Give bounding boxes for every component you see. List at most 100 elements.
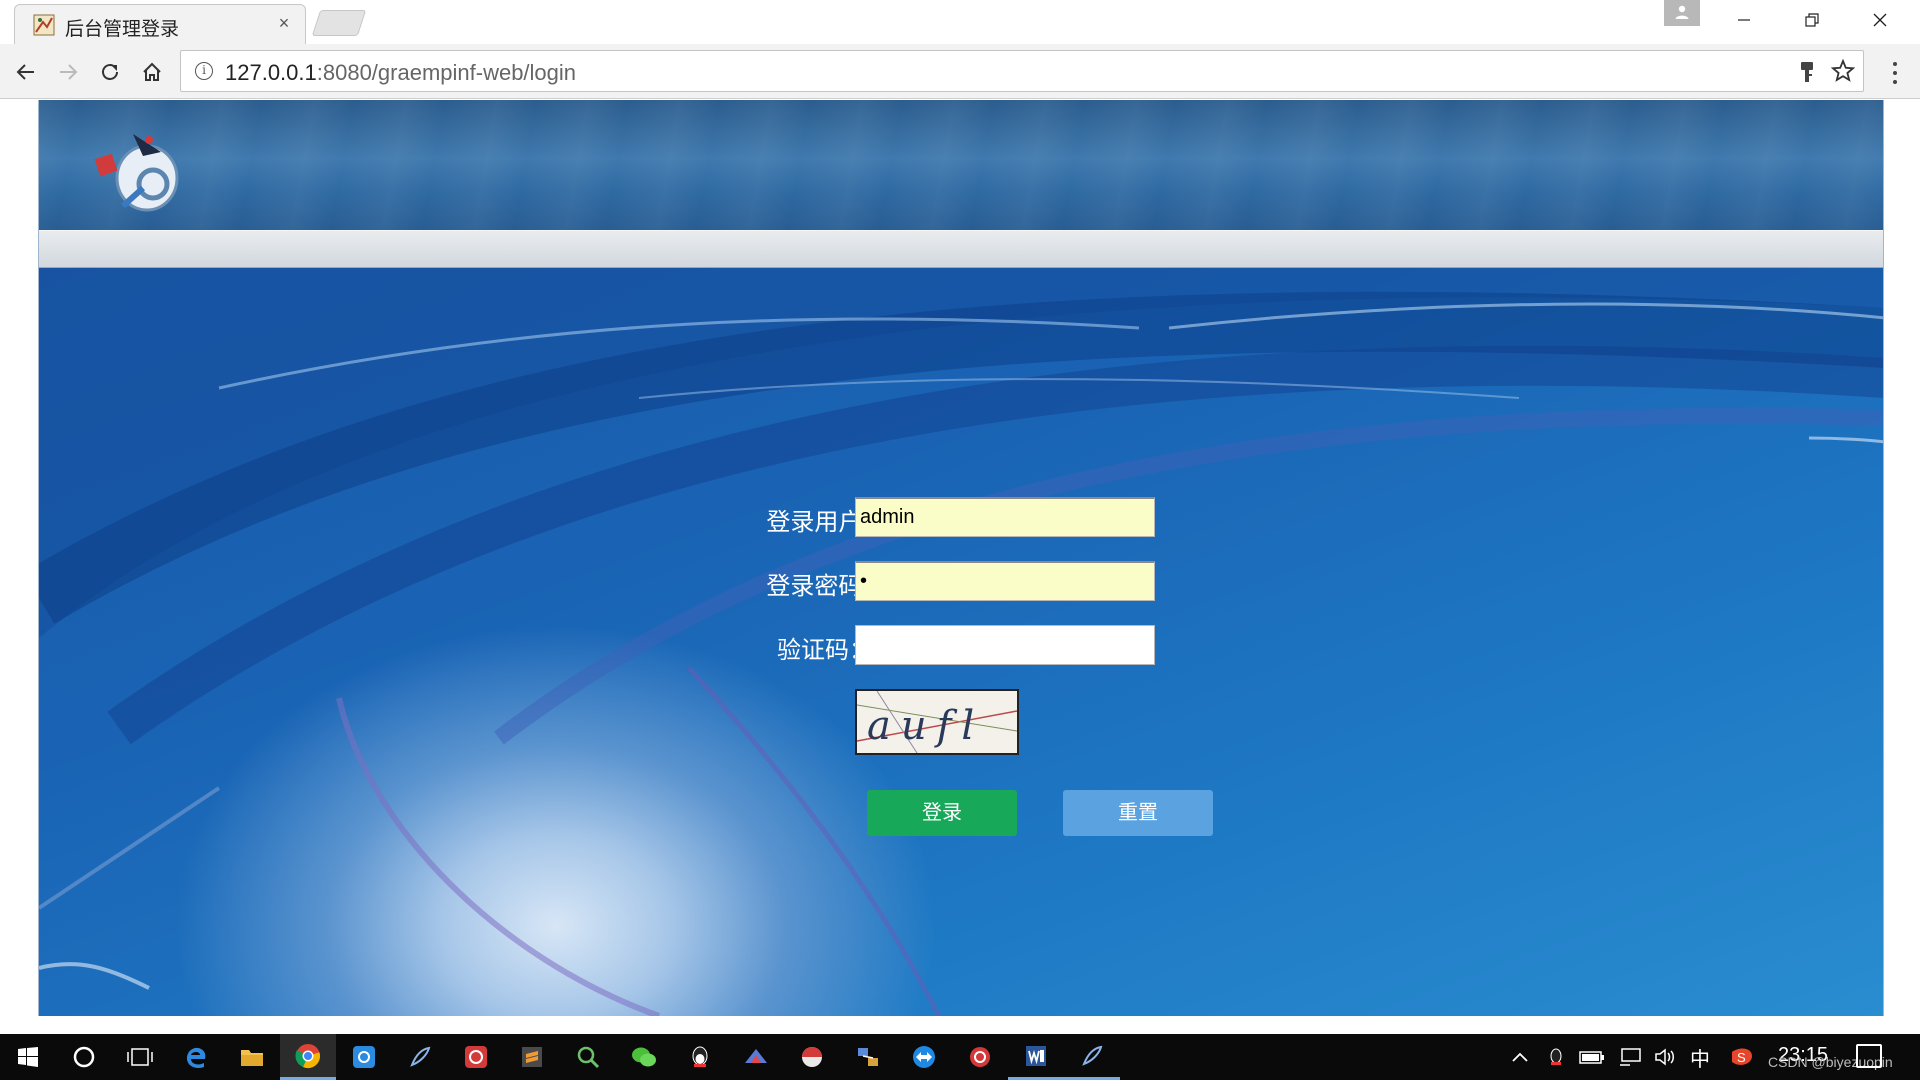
taskbar-wechat[interactable] — [616, 1034, 672, 1080]
windows-logo-icon — [18, 1047, 38, 1067]
penguin-icon — [1550, 1048, 1562, 1065]
start-button[interactable] — [0, 1034, 56, 1080]
username-label: 登录用户: — [766, 509, 869, 536]
globe-app-icon — [802, 1047, 822, 1067]
music-app-icon — [465, 1046, 487, 1068]
tab-close-icon[interactable]: × — [273, 12, 295, 34]
site-logo-icon — [94, 134, 179, 212]
reset-button[interactable]: 重置 — [1063, 790, 1213, 836]
taskbar-app-bird[interactable] — [728, 1034, 784, 1080]
arrow-left-icon — [16, 64, 34, 80]
tray-ime-indicator[interactable]: 中 — [1684, 1034, 1716, 1080]
tray-overflow-button[interactable] — [1504, 1034, 1536, 1080]
taskbar-file-explorer[interactable] — [224, 1034, 280, 1080]
tab-title: 后台管理登录 — [65, 19, 180, 40]
chrome-icon — [295, 1043, 321, 1068]
username-input[interactable] — [855, 497, 1155, 537]
battery-icon — [1579, 1051, 1604, 1064]
folder-icon — [241, 1050, 263, 1066]
close-icon — [1873, 13, 1887, 27]
taskbar-qq[interactable] — [672, 1034, 728, 1080]
restore-icon — [1805, 13, 1819, 27]
address-bar[interactable]: i 127.0.0.1:8080/graempinf-web/login — [180, 50, 1864, 92]
profile-button[interactable] — [1664, 0, 1700, 26]
remote-arrows-icon — [913, 1046, 935, 1068]
header-sub-bar — [39, 230, 1883, 268]
taskbar-app-red[interactable] — [952, 1034, 1008, 1080]
tab-strip: 后台管理登录 × — [0, 0, 1920, 44]
back-button[interactable] — [10, 56, 42, 88]
browser-menu-icon[interactable] — [1880, 58, 1910, 88]
minimize-icon — [1738, 19, 1750, 21]
svg-text:S: S — [1737, 1050, 1746, 1065]
tray-battery[interactable] — [1574, 1034, 1610, 1080]
home-button[interactable] — [136, 56, 168, 88]
penguin-icon — [692, 1046, 708, 1067]
tray-qq[interactable] — [1540, 1034, 1572, 1080]
network-icon — [1620, 1048, 1641, 1066]
tray-network[interactable] — [1612, 1034, 1648, 1080]
feather-ide-icon — [1082, 1045, 1103, 1066]
windows-taskbar: 中 S 23:15 CSDN @biyezuopin — [0, 1034, 1920, 1080]
taskbar-eclipse-2[interactable] — [1064, 1034, 1120, 1080]
taskbar-teamviewer[interactable] — [896, 1034, 952, 1080]
network-app-icon — [858, 1048, 878, 1066]
red-circle-app-icon — [970, 1047, 990, 1067]
tray-sogou[interactable]: S — [1726, 1034, 1758, 1080]
browser-chrome: 后台管理登录 × i 127.0.0.1:8080/graempinf-web/… — [0, 0, 1920, 99]
login-button[interactable]: 登录 — [867, 790, 1017, 836]
captcha-image[interactable]: aufl — [855, 689, 1019, 755]
word-icon — [1026, 1045, 1046, 1066]
taskbar-netease-music[interactable] — [448, 1034, 504, 1080]
reload-icon — [102, 64, 118, 80]
key-icon[interactable] — [1797, 60, 1817, 84]
browser-tab[interactable]: 后台管理登录 × — [14, 4, 306, 44]
task-view-icon — [127, 1048, 153, 1066]
login-page: 登录用户: 登录密码: 验证码： aufl 登录 重置 — [38, 100, 1884, 1016]
tray-volume[interactable] — [1648, 1034, 1684, 1080]
password-input[interactable] — [855, 561, 1155, 601]
site-info-icon[interactable]: i — [195, 62, 213, 80]
action-center-icon[interactable] — [1856, 1044, 1882, 1068]
browser-toolbar: i 127.0.0.1:8080/graempinf-web/login — [0, 44, 1920, 99]
taskbar-app-blue-square[interactable] — [336, 1034, 392, 1080]
url-text[interactable]: 127.0.0.1:8080/graempinf-web/login — [225, 60, 576, 86]
person-icon — [1675, 5, 1689, 19]
home-icon — [143, 62, 161, 81]
captcha-input[interactable] — [855, 625, 1155, 665]
taskbar-app-globe[interactable] — [784, 1034, 840, 1080]
bookmark-star-icon[interactable] — [1831, 59, 1855, 83]
edge-browser-icon — [186, 1047, 206, 1068]
sogou-ime-icon: S — [1732, 1048, 1752, 1065]
magnifier-app-icon — [577, 1046, 600, 1069]
feather-ide-icon — [410, 1046, 431, 1067]
page-viewport: 登录用户: 登录密码: 验证码： aufl 登录 重置 — [0, 100, 1920, 1034]
taskbar-search-app[interactable] — [560, 1034, 616, 1080]
task-view-button[interactable] — [112, 1034, 168, 1080]
window-minimize-button[interactable] — [1710, 0, 1778, 40]
taskbar-sublime[interactable] — [504, 1034, 560, 1080]
reload-button[interactable] — [94, 56, 126, 88]
bird-app-icon — [745, 1049, 767, 1063]
window-restore-button[interactable] — [1778, 0, 1846, 40]
speaker-icon — [1655, 1048, 1674, 1066]
forward-button[interactable] — [52, 56, 84, 88]
cortana-search-button[interactable] — [56, 1034, 112, 1080]
chat-bubble-icon — [632, 1047, 656, 1067]
chevron-up-icon — [1512, 1052, 1528, 1062]
new-tab-button[interactable] — [311, 10, 367, 36]
window-close-button[interactable] — [1846, 0, 1914, 40]
circle-search-icon — [73, 1046, 95, 1068]
taskbar-edge[interactable] — [168, 1034, 224, 1080]
password-label: 登录密码: — [766, 573, 869, 600]
site-favicon-icon — [33, 14, 55, 36]
editor-app-icon — [522, 1047, 542, 1067]
taskbar-eclipse[interactable] — [392, 1034, 448, 1080]
taskbar-network-app[interactable] — [840, 1034, 896, 1080]
arrow-right-icon — [60, 64, 78, 80]
captcha-label: 验证码： — [777, 637, 873, 664]
taskbar-chrome[interactable] — [280, 1034, 336, 1080]
captcha-text: aufl — [867, 703, 985, 749]
app-square-icon — [353, 1046, 375, 1068]
taskbar-word[interactable] — [1008, 1034, 1064, 1080]
